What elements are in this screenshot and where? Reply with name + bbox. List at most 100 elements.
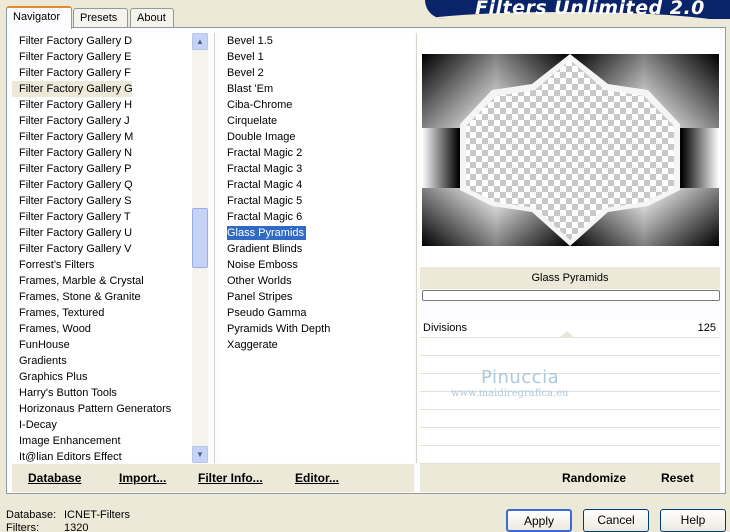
filter-item[interactable]: Fractal Magic 3 (220, 161, 414, 177)
filter-item-label: Panel Stripes (227, 291, 293, 303)
chevron-up-icon: ▲ (196, 37, 204, 46)
category-item[interactable]: Filter Factory Gallery F (12, 65, 194, 81)
randomize-button[interactable]: Randomize (562, 471, 626, 485)
filter-item-label: Bevel 1 (227, 51, 264, 63)
list-toolbar: Database Import... Filter Info... Editor… (12, 464, 414, 492)
tab-about[interactable]: About (130, 8, 174, 28)
import-button[interactable]: Import... (119, 471, 166, 485)
database-value: ICNET-Filters (64, 509, 130, 521)
tab-presets[interactable]: Presets (73, 8, 128, 28)
param-row-divisions[interactable]: Divisions 125 (420, 320, 720, 338)
filter-item[interactable]: Glass Pyramids (220, 225, 414, 241)
category-item[interactable]: Horizonaus Pattern Generators (12, 401, 194, 417)
category-item[interactable]: Frames, Marble & Crystal (12, 273, 194, 289)
filter-item-label: Noise Emboss (227, 259, 298, 271)
filter-item[interactable]: Bevel 1.5 (220, 33, 414, 49)
filter-item[interactable]: Fractal Magic 6 (220, 209, 414, 225)
filters-count: 1320 (64, 522, 89, 532)
filter-item[interactable]: Noise Emboss (220, 257, 414, 273)
reset-button[interactable]: Reset (661, 471, 694, 485)
filter-item[interactable]: Gradient Blinds (220, 241, 414, 257)
category-scrollbar[interactable]: ▲ ▼ (192, 33, 208, 463)
category-item[interactable]: Graphics Plus (12, 369, 194, 385)
cancel-button[interactable]: Cancel (583, 509, 649, 532)
filter-item[interactable]: Fractal Magic 5 (220, 193, 414, 209)
filter-item[interactable]: Bevel 1 (220, 49, 414, 65)
category-item[interactable]: FunHouse (12, 337, 194, 353)
filter-item-label: Bevel 2 (227, 67, 264, 79)
category-item[interactable]: Harry's Button Tools (12, 385, 194, 401)
filter-item[interactable]: Ciba-Chrome (220, 97, 414, 113)
preview-filter-name: Glass Pyramids (420, 267, 720, 289)
database-button[interactable]: Database (28, 471, 81, 485)
filter-item[interactable]: Other Worlds (220, 273, 414, 289)
filter-item-label: Bevel 1.5 (227, 35, 273, 47)
scroll-up-button[interactable]: ▲ (192, 33, 208, 50)
category-list[interactable]: Filter Factory Gallery D Filter Factory G… (12, 33, 194, 463)
scroll-down-button[interactable]: ▼ (192, 446, 208, 463)
filter-list[interactable]: Bevel 1.5 Bevel 1 Bevel 2 Blast 'Em Ciba-Chr… (220, 33, 414, 463)
filter-item-label: Fractal Magic 6 (227, 211, 303, 223)
filter-item[interactable]: Panel Stripes (220, 289, 414, 305)
filter-item[interactable]: Xaggerate (220, 337, 414, 353)
category-item[interactable]: Filter Factory Gallery T (12, 209, 194, 225)
category-item[interactable]: Filter Factory Gallery J (12, 113, 194, 129)
category-item[interactable]: Filter Factory Gallery D (12, 33, 194, 49)
filter-item-label: Fractal Magic 5 (227, 195, 303, 207)
slider-marker-icon[interactable] (559, 331, 575, 338)
divider (416, 33, 417, 463)
preview-image[interactable] (422, 54, 719, 246)
filter-item-label: Fractal Magic 3 (227, 163, 303, 175)
scroll-thumb[interactable] (192, 208, 208, 268)
progress-bar (422, 290, 720, 301)
filter-item-label: Xaggerate (227, 339, 278, 351)
chevron-down-icon: ▼ (196, 450, 204, 459)
filter-item-label: Ciba-Chrome (227, 99, 293, 111)
editor-button[interactable]: Editor... (295, 471, 339, 485)
watermark-name: Pinuccia (481, 367, 560, 388)
help-button[interactable]: Help (660, 509, 726, 532)
apply-button[interactable]: Apply (506, 509, 572, 532)
category-item[interactable]: Filter Factory Gallery N (12, 145, 194, 161)
app-title: Filters Unlimited 2.0 (475, 0, 705, 19)
filter-item[interactable]: Bevel 2 (220, 65, 414, 81)
category-item[interactable]: Image Enhancement (12, 433, 194, 449)
tab-navigator[interactable]: Navigator (6, 6, 72, 29)
param-value: 125 (697, 322, 716, 334)
category-item[interactable]: It@lian Editors Effect (12, 449, 194, 463)
category-item[interactable]: Filter Factory Gallery H (12, 97, 194, 113)
category-item[interactable]: Forrest's Filters (12, 257, 194, 273)
category-item[interactable]: Frames, Stone & Granite (12, 289, 194, 305)
filter-item[interactable]: Cirquelate (220, 113, 414, 129)
category-item[interactable]: Frames, Wood (12, 321, 194, 337)
param-label: Divisions (423, 322, 468, 334)
watermark-url: www.maidiregrafica.eu (451, 388, 569, 399)
filter-item-label: Cirquelate (227, 115, 278, 127)
filter-item-label: Gradient Blinds (227, 243, 303, 255)
status-info: Database: ICNET-Filters Filters: 1320 (6, 509, 130, 532)
param-row-empty (420, 446, 720, 464)
category-item[interactable]: Filter Factory Gallery G (12, 81, 133, 97)
filter-item[interactable]: Fractal Magic 4 (220, 177, 414, 193)
category-item[interactable]: Gradients (12, 353, 194, 369)
category-item[interactable]: Filter Factory Gallery E (12, 49, 194, 65)
category-item[interactable]: Filter Factory Gallery U (12, 225, 194, 241)
filter-item[interactable]: Pyramids With Depth (220, 321, 414, 337)
filter-item-label: Pyramids With Depth (227, 323, 331, 335)
filter-info-button[interactable]: Filter Info... (198, 471, 263, 485)
filter-item[interactable]: Fractal Magic 2 (220, 145, 414, 161)
category-item[interactable]: Filter Factory Gallery P (12, 161, 194, 177)
filter-item-label: Blast 'Em (227, 83, 274, 95)
category-item[interactable]: Frames, Textured (12, 305, 194, 321)
category-item[interactable]: Filter Factory Gallery M (12, 129, 194, 145)
filter-item[interactable]: Double Image (220, 129, 414, 145)
filter-item[interactable]: Blast 'Em (220, 81, 414, 97)
category-item[interactable]: Filter Factory Gallery V (12, 241, 194, 257)
database-label: Database: (6, 509, 57, 521)
filter-item-label: Fractal Magic 4 (227, 179, 303, 191)
category-item[interactable]: Filter Factory Gallery S (12, 193, 194, 209)
filter-item[interactable]: Pseudo Gamma (220, 305, 414, 321)
category-item[interactable]: Filter Factory Gallery Q (12, 177, 194, 193)
category-item[interactable]: I-Decay (12, 417, 194, 433)
filter-item-label: Pseudo Gamma (227, 307, 307, 319)
